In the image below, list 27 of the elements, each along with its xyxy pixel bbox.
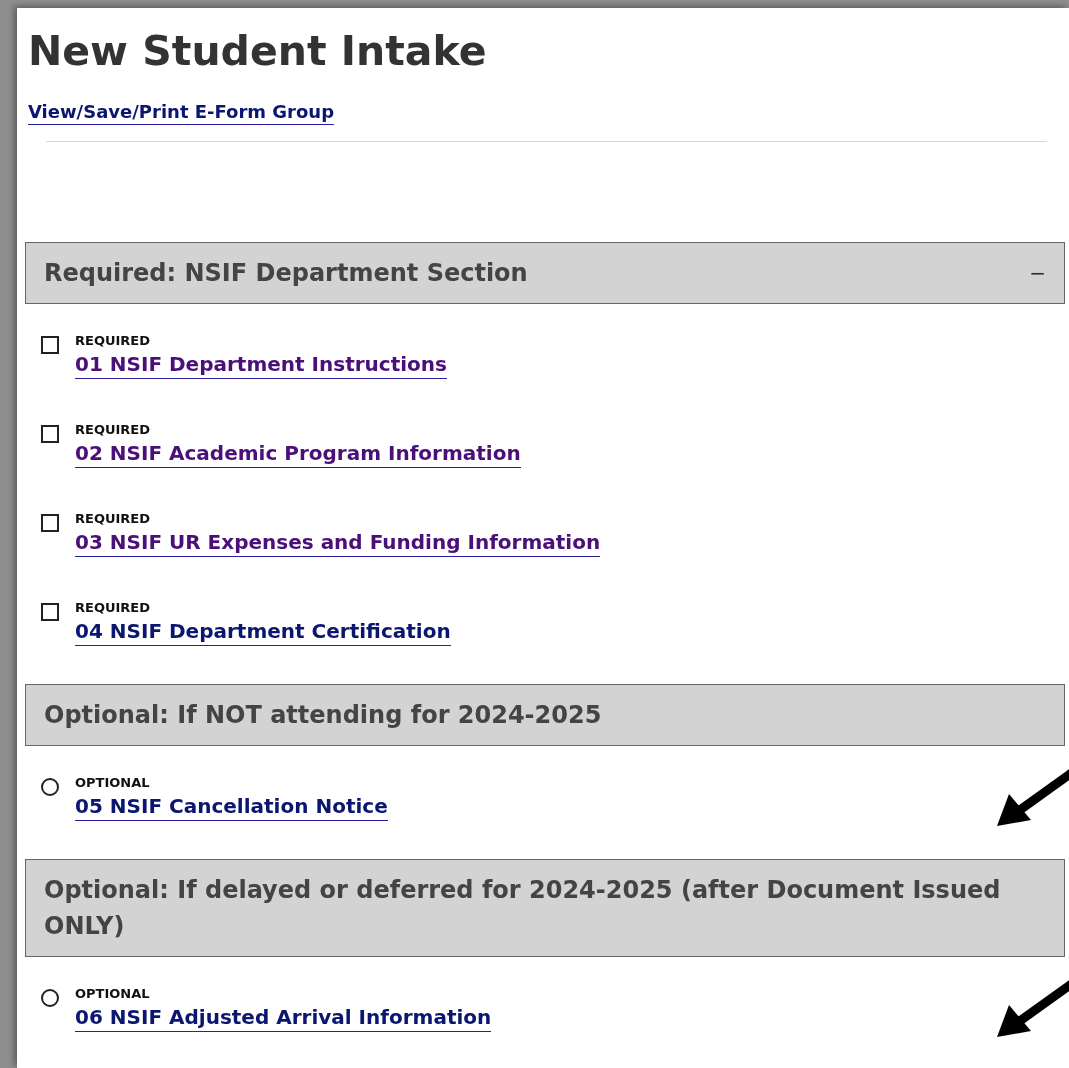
section-title: Required: NSIF Department Section bbox=[44, 258, 528, 289]
form-link[interactable]: 04 NSIF Department Certification bbox=[75, 617, 451, 646]
status-label: REQUIRED bbox=[75, 599, 151, 617]
section-title: Optional: If NOT attending for 2024-2025 bbox=[44, 700, 602, 731]
checkbox[interactable] bbox=[41, 603, 59, 621]
status-label: OPTIONAL bbox=[75, 774, 150, 792]
section-title: Optional: If delayed or deferred for 2024-2025 (after Document Issued ONLY) bbox=[44, 875, 1002, 942]
page-title: New Student Intake bbox=[28, 28, 488, 74]
form-link[interactable]: 03 NSIF UR Expenses and Funding Information bbox=[75, 528, 601, 557]
section-header[interactable]: Optional: If delayed or deferred for 2024-2025 (after Document Issued ONLY) bbox=[25, 859, 1065, 957]
checkbox[interactable] bbox=[41, 425, 59, 443]
status-label: REQUIRED bbox=[75, 510, 151, 528]
section-header[interactable]: Required: NSIF Department Section − bbox=[25, 242, 1065, 304]
form-link[interactable]: 06 NSIF Adjusted Arrival Information bbox=[75, 1003, 492, 1032]
radio-button[interactable] bbox=[41, 989, 59, 1007]
status-label: OPTIONAL bbox=[75, 985, 150, 1003]
status-label: REQUIRED bbox=[75, 332, 151, 350]
collapse-toggle[interactable]: − bbox=[1029, 261, 1046, 285]
form-link[interactable]: 01 NSIF Department Instructions bbox=[75, 350, 447, 379]
radio-button[interactable] bbox=[41, 778, 59, 796]
group-link[interactable]: View/Save/Print E-Form Group bbox=[28, 100, 335, 125]
form-link[interactable]: 05 NSIF Cancellation Notice bbox=[75, 792, 388, 821]
checkbox[interactable] bbox=[41, 336, 59, 354]
section-header[interactable]: Optional: If NOT attending for 2024-2025 bbox=[25, 684, 1065, 746]
checkbox[interactable] bbox=[41, 514, 59, 532]
form-link[interactable]: 02 NSIF Academic Program Information bbox=[75, 439, 521, 468]
status-label: REQUIRED bbox=[75, 421, 151, 439]
